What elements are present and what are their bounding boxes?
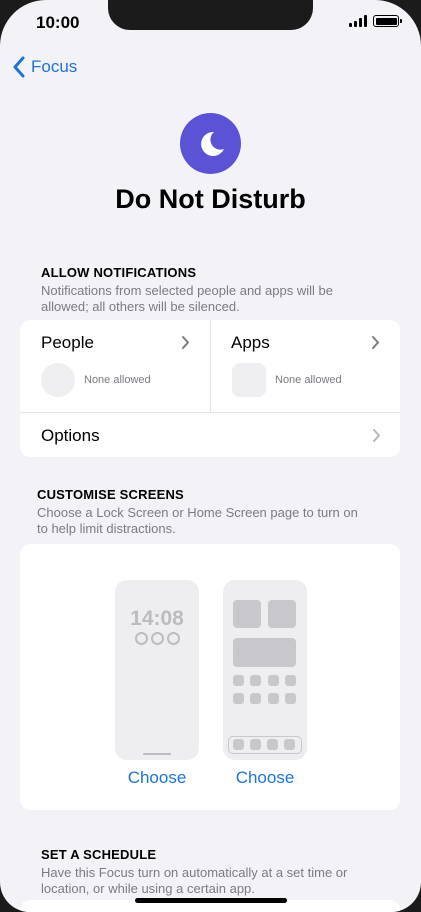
- schedule-description-2: location, or while using a certain app.: [41, 881, 255, 896]
- app-placeholder: [233, 693, 244, 704]
- back-button[interactable]: Focus: [12, 56, 77, 78]
- lock-screen-home-bar: [143, 753, 171, 755]
- schedule-heading: SET A SCHEDULE: [41, 847, 157, 862]
- page-title: Do Not Disturb: [115, 184, 306, 214]
- status-icons: [349, 15, 402, 27]
- customise-screens-description-2: to help limit distractions.: [37, 521, 176, 536]
- app-placeholder: [250, 693, 261, 704]
- allow-notifications-heading: ALLOW NOTIFICATIONS: [41, 265, 197, 280]
- people-avatar-placeholder: [41, 363, 75, 397]
- people-status: None allowed: [84, 374, 151, 386]
- widget-placeholder: [268, 600, 296, 628]
- people-cell[interactable]: People None allowed: [20, 320, 210, 412]
- widget-placeholder: [233, 600, 261, 628]
- back-label: Focus: [31, 57, 78, 76]
- app-placeholder: [268, 675, 279, 686]
- options-row[interactable]: Options: [20, 413, 400, 457]
- notch: [108, 0, 313, 30]
- schedule-description-1: Have this Focus turn on automatically at…: [41, 865, 348, 880]
- chevron-right-icon: [182, 336, 189, 349]
- options-label: Options: [41, 426, 100, 445]
- apps-label: Apps: [231, 333, 270, 352]
- notifications-card: People None allowed Apps None allowed Op…: [20, 320, 400, 457]
- lock-screen-time: 14:08: [130, 607, 184, 630]
- moon-icon: [200, 131, 224, 156]
- allow-notifications-description-1: Notifications from selected people and a…: [41, 283, 333, 298]
- widget-placeholder: [233, 638, 296, 667]
- choose-lock-screen-button[interactable]: Choose: [107, 768, 207, 788]
- signal-icon: [349, 15, 367, 27]
- battery-icon: [373, 15, 402, 27]
- app-icon-placeholder: [232, 363, 266, 397]
- apps-status: None allowed: [275, 374, 342, 386]
- people-label: People: [41, 333, 94, 352]
- customise-screens-description-1: Choose a Lock Screen or Home Screen page…: [37, 505, 358, 520]
- app-placeholder: [250, 675, 261, 686]
- app-placeholder: [268, 693, 279, 704]
- dock: [228, 736, 302, 754]
- do-not-disturb-icon: [180, 113, 241, 174]
- app-placeholder: [285, 675, 296, 686]
- allow-notifications-description-2: allowed; all others will be silenced.: [41, 299, 240, 314]
- phone-screen: 10:00 Focus Do Not Disturb ALLOW NOTIFIC…: [0, 0, 421, 912]
- customise-screens-heading: CUSTOMISE SCREENS: [37, 487, 184, 502]
- apps-cell[interactable]: Apps None allowed: [211, 320, 400, 412]
- home-indicator[interactable]: [135, 898, 287, 903]
- choose-home-screen-button[interactable]: Choose: [215, 768, 315, 788]
- status-time: 10:00: [36, 13, 80, 32]
- app-placeholder: [233, 675, 244, 686]
- lock-screen-preview[interactable]: 14:08: [115, 580, 199, 760]
- lock-screen-widgets: [135, 632, 180, 645]
- customise-screens-card: 14:08 Choose Choose: [20, 544, 400, 810]
- home-screen-preview[interactable]: [223, 580, 307, 760]
- chevron-right-icon: [372, 336, 379, 349]
- app-placeholder: [285, 693, 296, 704]
- chevron-left-icon: [13, 56, 25, 78]
- chevron-right-icon: [373, 429, 380, 442]
